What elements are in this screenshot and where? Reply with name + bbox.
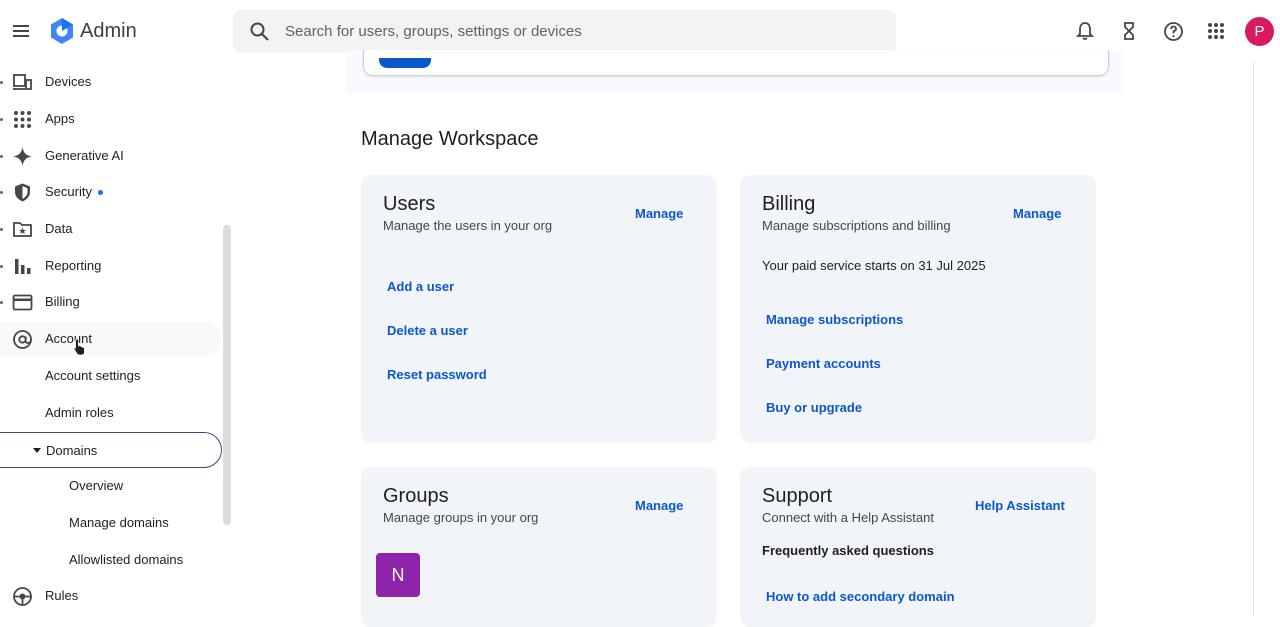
folder-star-icon: [12, 219, 33, 240]
support-card: Support Connect with a Help Assistant He…: [740, 467, 1096, 627]
payment-accounts-link[interactable]: Payment accounts: [766, 356, 881, 371]
billing-manage-link[interactable]: Manage: [1013, 206, 1061, 221]
credit-card-icon: [12, 292, 33, 313]
sidebar-item-label-text: Security: [45, 184, 92, 199]
banner-button[interactable]: [379, 58, 431, 68]
add-user-link[interactable]: Add a user: [387, 279, 454, 294]
sidebar-item-billing[interactable]: Billing: [0, 285, 222, 319]
sidebar-item-account[interactable]: Account: [0, 322, 222, 356]
sidebar-subitem-label: Manage domains: [69, 515, 169, 530]
help-assistant-link[interactable]: Help Assistant: [975, 498, 1065, 513]
search-icon[interactable]: [249, 21, 270, 42]
expand-bullet: [0, 301, 3, 304]
apps-grid-icon[interactable]: [1204, 19, 1228, 43]
rules-icon: [12, 586, 33, 607]
sidebar-item-label: Security: [45, 184, 103, 199]
users-manage-link[interactable]: Manage: [635, 206, 683, 221]
sidebar-subitem-manage-domains[interactable]: Manage domains: [0, 506, 222, 540]
search-input[interactable]: [285, 10, 875, 53]
notification-dot: [97, 190, 103, 196]
avatar[interactable]: P: [1245, 17, 1274, 46]
sidebar-item-generative-ai[interactable]: Generative AI: [0, 139, 222, 173]
card-subtitle: Connect with a Help Assistant: [762, 510, 934, 525]
shield-icon: [12, 182, 33, 203]
expand-bullet: [0, 265, 3, 268]
caret-down-icon: [33, 448, 41, 453]
divider: [1253, 62, 1254, 616]
search-bar[interactable]: [233, 10, 896, 53]
reset-password-link[interactable]: Reset password: [387, 367, 487, 382]
groups-card: Groups Manage groups in your org Manage …: [361, 467, 717, 627]
sidebar-item-security[interactable]: Security: [0, 175, 222, 209]
sidebar-subitem-account-settings[interactable]: Account settings: [0, 359, 222, 393]
buy-or-upgrade-link[interactable]: Buy or upgrade: [766, 400, 862, 415]
bar-chart-icon: [12, 256, 33, 277]
faq-heading: Frequently asked questions: [762, 543, 934, 558]
sidebar-scrollbar[interactable]: [223, 225, 231, 525]
expand-bullet: [0, 118, 3, 121]
expand-bullet: [0, 155, 3, 158]
at-sign-icon: [12, 329, 33, 350]
sidebar-subitem-label: Account settings: [45, 368, 141, 383]
sidebar-subitem-label: Admin roles: [45, 405, 114, 420]
billing-status-text: Your paid service starts on 31 Jul 2025: [762, 258, 986, 273]
page-title: Manage Workspace: [361, 128, 539, 150]
card-title: Groups: [383, 485, 449, 507]
billing-card: Billing Manage subscriptions and billing…: [740, 175, 1096, 443]
bell-icon[interactable]: [1073, 19, 1097, 43]
sidebar-subitem-admin-roles[interactable]: Admin roles: [0, 396, 222, 430]
card-subtitle: Manage groups in your org: [383, 510, 539, 525]
app-title[interactable]: Admin: [80, 20, 137, 43]
devices-icon: [12, 72, 33, 93]
google-admin-logo[interactable]: [48, 17, 76, 45]
group-avatar[interactable]: N: [376, 553, 420, 597]
sidebar-item-devices[interactable]: Devices: [0, 65, 222, 99]
sidebar-item-label: Data: [45, 221, 73, 236]
sidebar-item-label: Devices: [45, 74, 92, 89]
sidebar-subitem-overview[interactable]: Overview: [0, 469, 222, 503]
hourglass-icon[interactable]: [1117, 19, 1141, 43]
card-title: Support: [762, 485, 833, 507]
expand-bullet: [0, 81, 3, 84]
sidebar-item-label: Billing: [45, 294, 80, 309]
banner-card: [363, 50, 1109, 76]
apps-grid-icon: [12, 109, 33, 130]
card-title: Billing: [762, 193, 816, 215]
sparkle-icon: [12, 146, 33, 167]
sidebar-item-reporting[interactable]: Reporting: [0, 249, 222, 283]
sidebar-item-rules[interactable]: Rules: [0, 579, 222, 613]
sidebar-subitem-domains[interactable]: Domains: [0, 432, 222, 468]
faq-link[interactable]: How to add secondary domain: [766, 589, 955, 604]
sidebar-item-label: Generative AI: [45, 148, 124, 163]
groups-manage-link[interactable]: Manage: [635, 498, 683, 513]
expand-bullet: [0, 191, 3, 194]
sidebar: Devices Apps Generative AI Security Data…: [0, 62, 232, 616]
mouse-cursor-icon: [73, 338, 87, 356]
sidebar-item-apps[interactable]: Apps: [0, 102, 222, 136]
manage-subscriptions-link[interactable]: Manage subscriptions: [766, 312, 903, 327]
users-card: Users Manage the users in your org Manag…: [361, 175, 717, 443]
menu-icon[interactable]: [8, 18, 34, 44]
help-icon[interactable]: [1161, 19, 1185, 43]
card-subtitle: Manage the users in your org: [383, 218, 553, 233]
sidebar-item-label: Rules: [45, 588, 79, 603]
expand-bullet: [0, 228, 3, 231]
sidebar-subitem-allowlisted-domains[interactable]: Allowlisted domains: [0, 543, 222, 577]
delete-user-link[interactable]: Delete a user: [387, 323, 468, 338]
sidebar-subitem-label: Domains: [46, 443, 98, 458]
card-title: Users: [383, 193, 436, 215]
sidebar-item-label: Apps: [45, 111, 75, 126]
sidebar-subitem-label: Overview: [69, 478, 124, 493]
sidebar-item-label: Reporting: [45, 258, 102, 273]
sidebar-subitem-label: Allowlisted domains: [69, 552, 184, 567]
card-subtitle: Manage subscriptions and billing: [762, 218, 951, 233]
sidebar-item-data[interactable]: Data: [0, 212, 222, 246]
